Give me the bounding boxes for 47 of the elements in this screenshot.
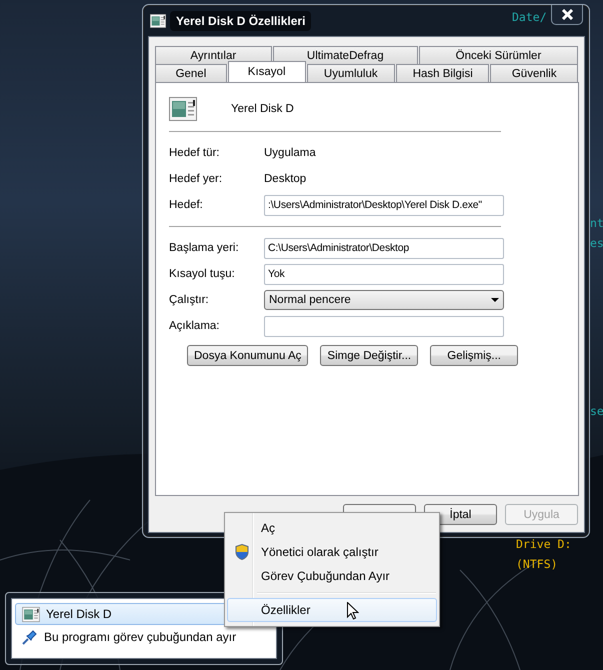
input-field[interactable]: :\Users\Administrator\Desktop\Yerel Disk D.exe": [264, 194, 504, 216]
field-value: Desktop: [264, 173, 308, 185]
desktop-label: Date/: [512, 10, 547, 25]
tab[interactable]: Ayrıntılar: [155, 46, 272, 64]
field-label: Hedef yer:: [169, 173, 224, 185]
app-icon: [150, 14, 166, 28]
tab[interactable]: UltimateDefrag: [272, 46, 418, 64]
input-field[interactable]: [264, 316, 504, 336]
action-button[interactable]: Gelişmiş...: [430, 345, 518, 366]
menu-item[interactable]: Özellikler: [227, 598, 437, 622]
tab[interactable]: Uyumluluk: [306, 64, 396, 82]
dialog-button: Uygula: [505, 504, 578, 525]
field-label: Hedef tür:: [169, 147, 220, 159]
desktop-label: (NTFS): [516, 557, 558, 572]
desktop-label: se: [590, 404, 603, 419]
app-icon: [22, 606, 40, 622]
mouse-pointer-icon: [347, 602, 359, 620]
shortcut-name: Yerel Disk D: [231, 103, 294, 115]
jump-list-item[interactable]: Bu programı görev çubuğundan ayır: [15, 626, 273, 648]
field-value: Uygulama: [264, 147, 317, 159]
menu-item[interactable]: Yönetici olarak çalıştır: [227, 540, 437, 564]
close-button[interactable]: [551, 5, 583, 25]
field-label: Açıklama:: [169, 320, 220, 332]
window-title: Yerel Disk D Özellikleri: [170, 10, 312, 30]
shield-icon: [235, 544, 249, 560]
caret-icon: [491, 298, 499, 302]
input-field[interactable]: C:\Users\Administrator\Desktop: [264, 238, 504, 258]
action-button[interactable]: Simge Değiştir...: [320, 345, 418, 366]
action-button[interactable]: Dosya Konumunu Aç: [187, 345, 308, 366]
desktop-label: nt: [590, 216, 603, 231]
menu-item[interactable]: Görev Çubuğundan Ayır: [227, 564, 437, 588]
field-label: Hedef:: [169, 199, 204, 211]
field-label: Kısayol tuşu:: [169, 268, 236, 280]
close-icon: [560, 9, 574, 20]
pin-icon: [22, 629, 38, 645]
dropdown[interactable]: Normal pencere: [264, 290, 504, 310]
tab[interactable]: Genel: [155, 64, 227, 82]
tab[interactable]: Hash Bilgisi: [396, 64, 490, 82]
tab[interactable]: Kısayol: [228, 61, 306, 82]
field-label: Başlama yeri:: [169, 242, 240, 254]
desktop-label: Drive D:: [516, 537, 572, 552]
input-field[interactable]: Yok: [264, 264, 504, 284]
tab[interactable]: Güvenlik: [490, 64, 578, 82]
app-icon: [169, 97, 197, 121]
desktop-label: es: [590, 236, 603, 251]
field-label: Çalıştır:: [169, 294, 210, 306]
tab[interactable]: Önceki Sürümler: [418, 46, 578, 64]
